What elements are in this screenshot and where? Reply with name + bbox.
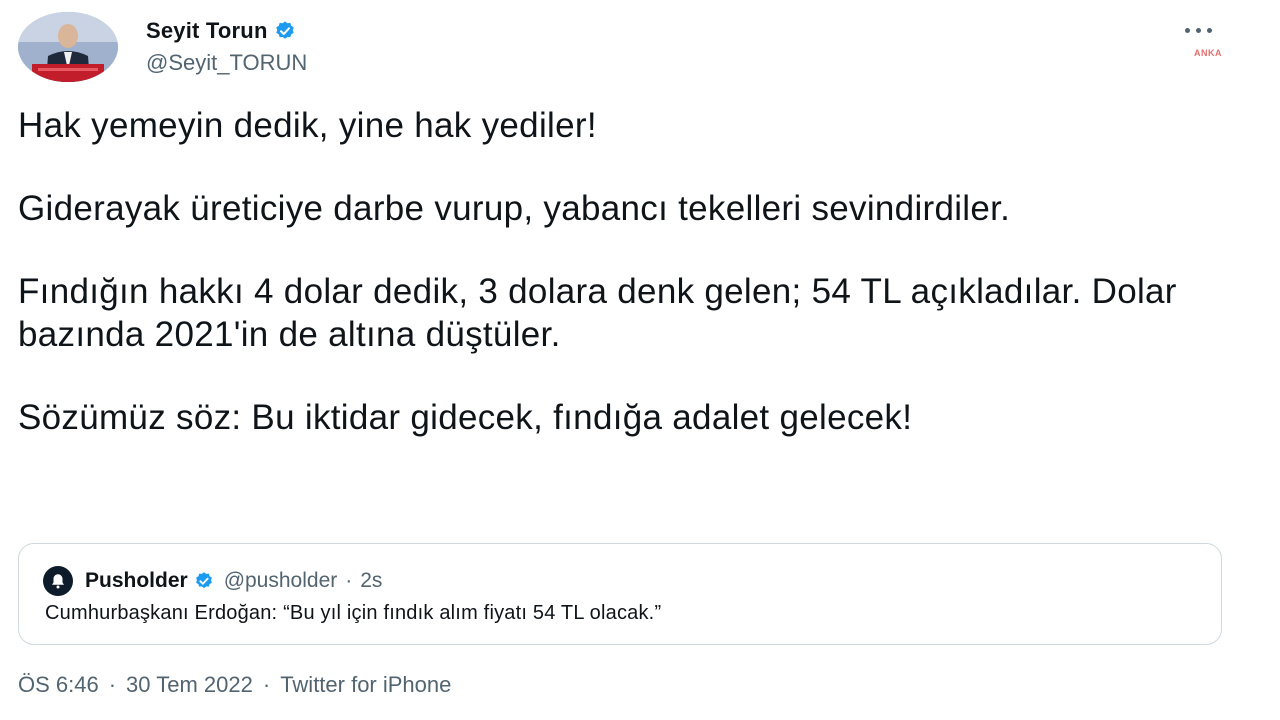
pusholder-bell-icon [52, 574, 64, 589]
quoted-timestamp: 2s [360, 569, 383, 592]
tweet-card: Seyit Torun @Seyit_TORUN ANKA Hak yemeyi… [0, 0, 1280, 720]
tweet-text: Hak yemeyin dedik, yine hak yediler! Gid… [18, 104, 1258, 479]
quoted-verified-badge-icon [194, 571, 214, 591]
tweet-paragraph: Hak yemeyin dedik, yine hak yediler! [18, 106, 597, 145]
tweet-paragraph: Giderayak üreticiye darbe vurup, yabancı… [18, 189, 1011, 228]
tweet-source[interactable]: Twitter for iPhone [280, 672, 451, 698]
tweet-time[interactable]: ÖS 6:46 [18, 672, 99, 698]
tweet-paragraph: Sözümüz söz: Bu iktidar gidecek, fındığa… [18, 398, 913, 437]
verified-badge-icon [274, 20, 296, 42]
more-options-icon[interactable] [1178, 20, 1218, 40]
display-name-row: Seyit Torun [146, 18, 307, 44]
tweet-header: Seyit Torun @Seyit_TORUN [18, 12, 307, 82]
quoted-avatar [43, 566, 73, 596]
footer-separator: · [262, 672, 271, 697]
footer-separator: · [108, 672, 117, 697]
quoted-tweet[interactable]: Pusholder @pusholder · 2s Cumhurbaşkanı … [18, 543, 1222, 645]
quoted-tweet-header: Pusholder @pusholder · 2s [43, 566, 382, 596]
tweet-paragraph: Fındığın hakkı 4 dolar dedik, 3 dolara d… [18, 272, 1177, 354]
quoted-separator: · [345, 569, 353, 592]
quoted-display-name: Pusholder [85, 569, 188, 592]
author-handle[interactable]: @Seyit_TORUN [146, 50, 307, 76]
tweet-footer: ÖS 6:46 · 30 Tem 2022 · Twitter for iPho… [18, 672, 451, 698]
tweet-date[interactable]: 30 Tem 2022 [126, 672, 253, 698]
quoted-handle: @pusholder [223, 569, 338, 592]
author-avatar[interactable] [18, 12, 118, 82]
author-names: Seyit Torun @Seyit_TORUN [146, 18, 307, 76]
author-display-name[interactable]: Seyit Torun [146, 18, 268, 44]
watermark-logo: ANKA [1194, 48, 1222, 58]
quoted-tweet-text: Cumhurbaşkanı Erdoğan: “Bu yıl için fınd… [45, 602, 662, 624]
